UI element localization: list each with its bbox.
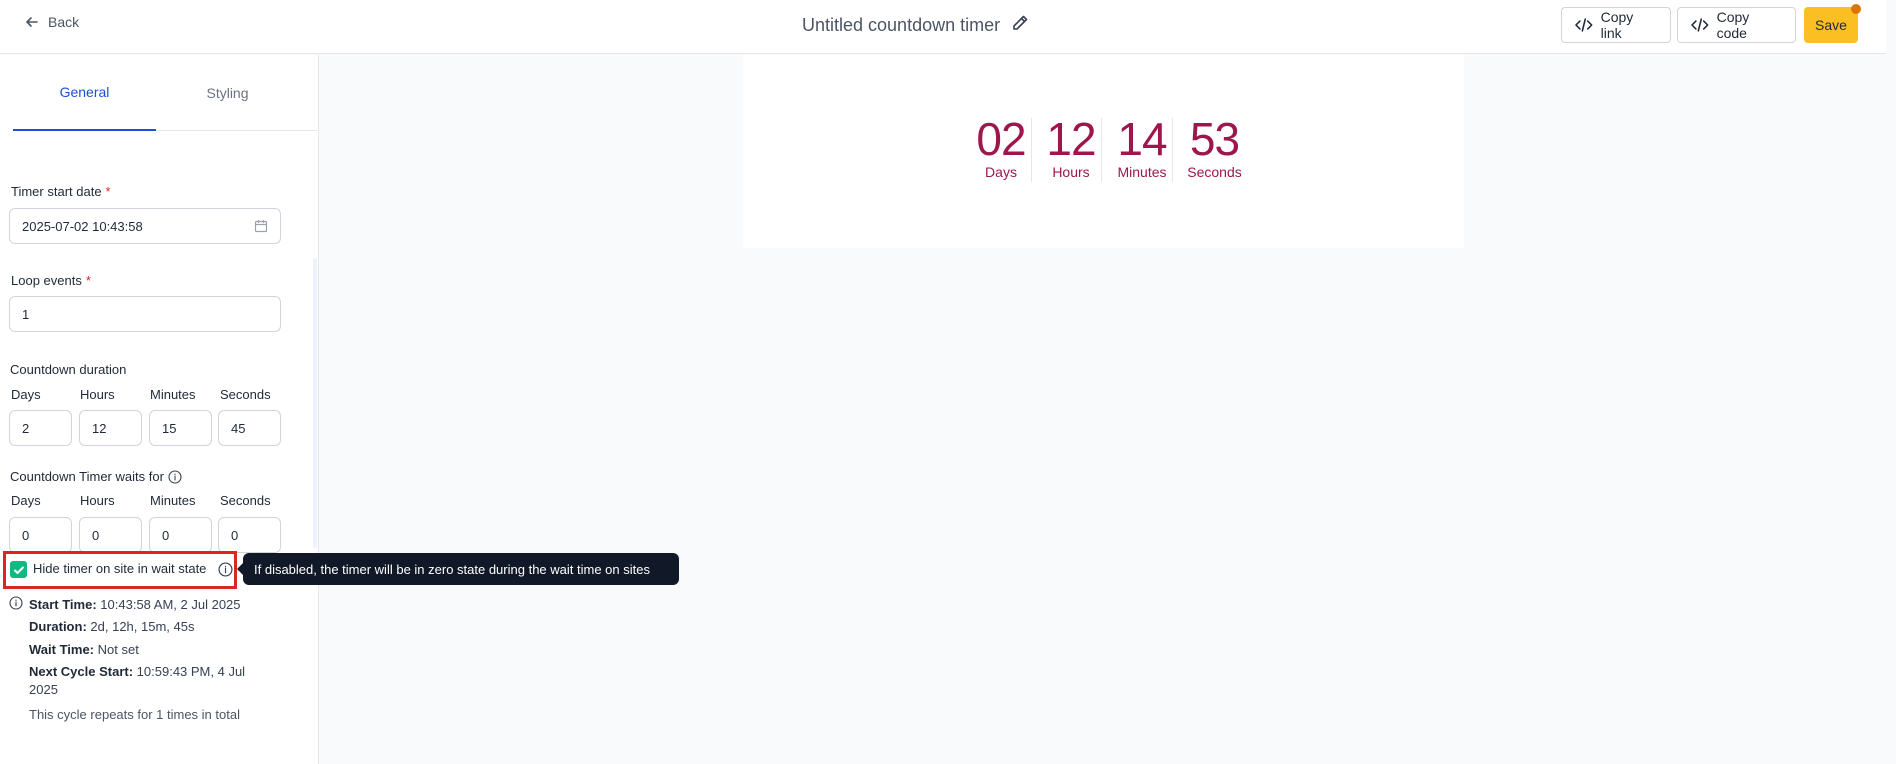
copy-code-button[interactable]: Copy code [1677,7,1796,43]
loop-events-input[interactable]: 1 [9,296,281,332]
tab-bar: General Styling [13,55,317,131]
hide-timer-label[interactable]: Hide timer on site in wait state [33,561,206,576]
summary-key: Duration: [29,619,87,634]
summary-repeat-text: This cycle repeats for 1 times in total [29,707,240,722]
seconds-label: Seconds [1187,164,1242,180]
back-button[interactable]: Back [24,14,79,30]
hours-unit: 12 Hours [1036,116,1106,180]
tab-general[interactable]: General [13,55,156,131]
summary-start-time: Start Time: 10:43:58 AM, 2 Jul 2025 [29,597,241,612]
duration-minutes-input[interactable]: 15 [149,410,212,446]
wait-minutes-input[interactable]: 0 [149,517,212,553]
summary-value: Not set [97,642,139,657]
info-icon[interactable] [168,470,182,484]
title-area: Untitled countdown timer [802,13,1030,38]
pencil-icon [1013,15,1028,30]
summary-next-cycle-year: 2025 [29,682,58,697]
code-icon [1691,18,1709,32]
loop-events-value: 1 [22,306,30,322]
calendar-icon[interactable] [254,219,268,233]
copy-link-button[interactable]: Copy link [1561,7,1671,43]
wait-seconds-input[interactable]: 0 [218,517,281,553]
duration-days-label: Days [11,387,41,402]
tab-styling[interactable]: Styling [156,55,299,131]
minutes-label: Minutes [1117,164,1167,180]
summary-key: Start Time: [29,597,97,612]
days-label: Days [985,164,1017,180]
seconds-unit: 53 Seconds [1177,116,1252,180]
save-button[interactable]: Save [1804,7,1858,43]
wait-seconds-label: Seconds [220,493,271,508]
summary-value: 10:43:58 AM, 2 Jul 2025 [100,597,241,612]
wait-days-label: Days [11,493,41,508]
seconds-value: 53 [1189,113,1240,165]
copy-code-label: Copy code [1716,9,1750,41]
summary-value: 10:59:43 PM, 4 Jul [136,664,246,679]
duration-hours-label: Hours [80,387,115,402]
loop-events-label: Loop events * [11,273,91,288]
unsaved-indicator [1851,4,1861,14]
required-mark: * [85,273,91,288]
arrow-left-icon [26,17,38,27]
days-unit: 02 Days [966,116,1036,180]
wait-days-input[interactable]: 0 [9,517,72,553]
start-date-input[interactable]: 2025-07-02 10:43:58 [9,208,281,244]
countdown-duration-label: Countdown duration [10,362,127,377]
top-header: Back Untitled countdown timer Copy link … [0,0,1886,54]
duration-seconds-label: Seconds [220,387,271,402]
summary-wait-time: Wait Time: Not set [29,642,139,657]
required-mark: * [105,184,111,199]
check-icon [13,566,24,574]
edit-title-button[interactable] [1010,13,1030,38]
wait-for-label: Countdown Timer waits for [10,469,182,484]
start-date-label-text: Timer start date [11,184,102,199]
wait-minutes-label: Minutes [150,493,196,508]
unit-divider [1031,118,1032,182]
hours-value: 12 [1046,113,1096,165]
wait-for-label-text: Countdown Timer waits for [10,469,164,484]
timer-preview: 02 Days 12 Hours 14 Minutes 53 Seconds [743,55,1464,248]
minutes-unit: 14 Minutes [1107,116,1177,180]
wait-hours-input[interactable]: 0 [79,517,142,553]
page-title: Untitled countdown timer [802,15,1001,35]
minutes-value: 14 [1117,113,1167,165]
summary-value: 2d, 12h, 15m, 45s [90,619,195,634]
unit-divider [1172,118,1173,182]
summary-duration: Duration: 2d, 12h, 15m, 45s [29,619,194,634]
duration-days-input[interactable]: 2 [9,410,72,446]
sidebar-scrollbar[interactable] [313,258,317,548]
start-date-label: Timer start date * [11,184,111,199]
unit-divider [1101,118,1102,182]
start-date-value: 2025-07-02 10:43:58 [22,218,143,234]
days-value: 02 [976,113,1026,165]
loop-events-label-text: Loop events [11,273,82,288]
hours-label: Hours [1052,164,1090,180]
hide-timer-checkbox[interactable] [10,561,27,578]
summary-key: Wait Time: [29,642,95,657]
info-icon [9,596,23,610]
wait-hours-label: Hours [80,493,115,508]
copy-link-label: Copy link [1600,9,1634,41]
tooltip: If disabled, the timer will be in zero s… [237,553,679,585]
summary-key: Next Cycle Start: [29,664,134,679]
duration-minutes-label: Minutes [150,387,196,402]
code-icon [1575,18,1593,32]
duration-seconds-input[interactable]: 45 [218,410,281,446]
back-label: Back [48,14,80,30]
summary-next-cycle: Next Cycle Start: 10:59:43 PM, 4 Jul [29,664,245,679]
duration-hours-input[interactable]: 12 [79,410,142,446]
info-icon[interactable] [218,562,233,577]
